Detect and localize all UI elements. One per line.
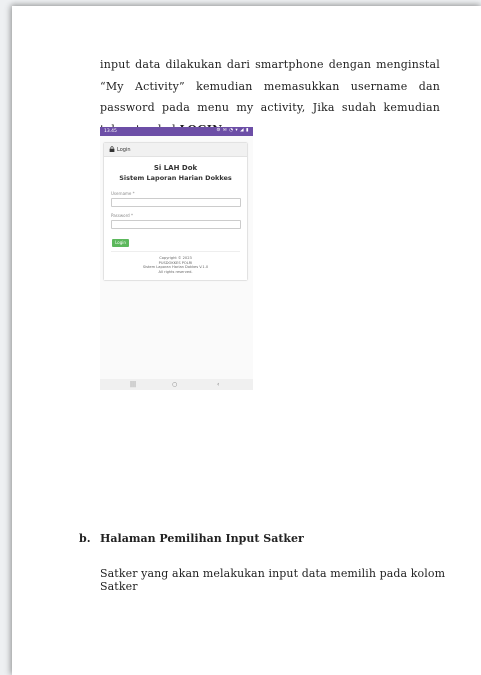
card-divider [111,251,240,252]
copyright-text: Copyright © 2023 PUSDOKKES POLRI Sistem … [104,256,247,274]
status-time: 13.45 [104,128,117,134]
login-card: Login Si LAH Dok Sistem Laporan Harian D… [104,143,247,280]
username-label: Username * [111,191,135,196]
section-title: Halaman Pemilihan Input Satker [100,532,304,545]
login-header-title: Login [117,146,131,153]
app-title: Si LAH Dok [153,164,198,172]
recents-icon[interactable]: ||| [130,381,136,388]
app-subtitle: Sistem Laporan Harian Dokkes [119,174,232,182]
android-nav-bar: ||| ○ ‹ [100,379,253,390]
login-button[interactable]: Login [112,239,129,247]
password-input[interactable] [111,220,241,229]
phone-status-bar: 13.45 ⚙ ✉ ◔ ▾ ◢ ▮ [100,127,253,136]
section-marker: b. [79,532,91,545]
back-icon[interactable]: ‹ [217,381,219,388]
paragraph-intro-text: input data dilakukan dari smartphone den… [100,58,440,136]
username-input[interactable] [111,198,241,207]
section-paragraph: Satker yang akan melakukan input data me… [100,567,446,593]
copyright-line: All rights reserved. [158,269,193,274]
status-icons: ⚙ ✉ ◔ ▾ ◢ ▮ [216,128,249,133]
phone-screenshot: 13.45 ⚙ ✉ ◔ ▾ ◢ ▮ Login Si LAH Dok Siste… [100,127,253,390]
password-label: Password * [111,213,133,218]
home-icon[interactable]: ○ [172,381,177,388]
login-card-header: Login [104,143,247,157]
document-page: input data dilakukan dari smartphone den… [12,6,481,675]
lock-icon [109,146,115,152]
